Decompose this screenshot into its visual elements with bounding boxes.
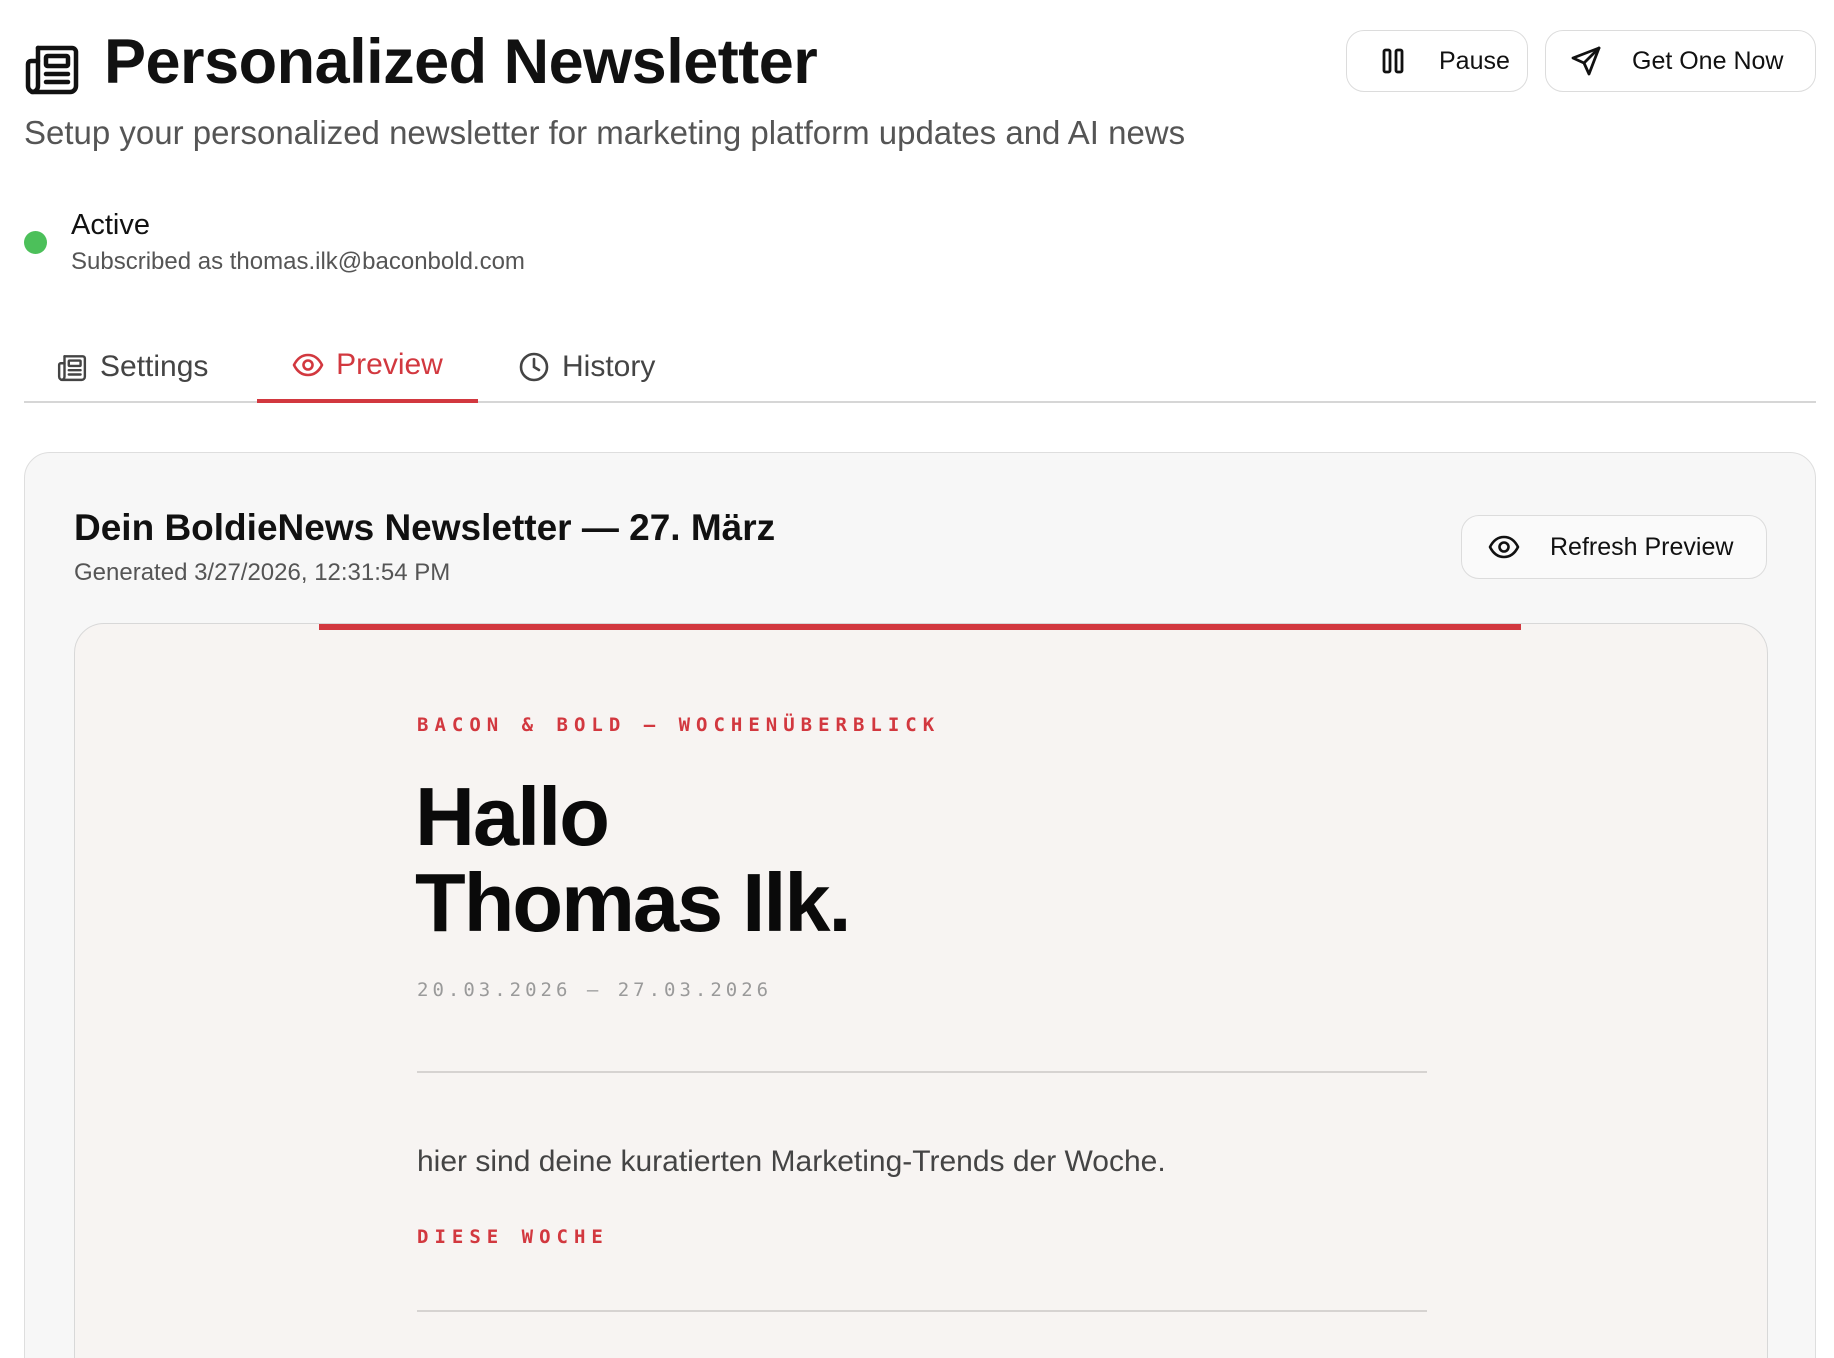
greeting-line-1: Hallo [415,770,610,863]
greeting-line-2: Thomas Ilk. [415,856,852,949]
send-icon [1570,45,1602,77]
section-label: DIESE WOCHE [417,1226,609,1248]
preview-card: Dein BoldieNews Newsletter — 27. März Ge… [24,452,1816,1358]
newsletter-settings-page: Personalized Newsletter Setup your perso… [0,0,1834,1358]
eye-icon [1488,531,1520,563]
tab-history[interactable]: History [518,330,655,403]
divider [417,1310,1427,1312]
tab-preview-label: Preview [336,347,443,381]
tab-preview[interactable]: Preview [257,330,478,403]
newsletter-intro: hier sind deine kuratierten Marketing-Tr… [417,1145,1166,1178]
pause-button-label: Pause [1439,46,1510,75]
refresh-preview-button[interactable]: Refresh Preview [1461,515,1767,579]
get-one-now-button[interactable]: Get One Now [1545,30,1816,92]
eye-icon [292,349,324,381]
get-one-now-label: Get One Now [1632,46,1784,75]
newsletter-date-range: 20.03.2026 — 27.03.2026 [417,979,773,1001]
pause-button[interactable]: Pause [1346,30,1528,92]
tab-history-label: History [562,349,656,383]
tab-bar: Settings Preview History [24,330,1816,403]
divider [417,1071,1427,1073]
status-label: Active [71,209,150,241]
page-subtitle: Setup your personalized newsletter for m… [24,114,1186,151]
generated-timestamp: Generated 3/27/2026, 12:31:54 PM [74,559,451,586]
newspaper-icon [56,351,88,383]
accent-bar [319,624,1521,630]
newsletter-title: Dein BoldieNews Newsletter — 27. März [74,507,776,548]
newsletter-greeting: Hallo Thomas Ilk. [415,770,852,949]
newsletter-preview-frame[interactable]: BACON & BOLD — WOCHENÜBERBLICK Hallo Tho… [74,623,1768,1358]
clock-icon [518,351,550,383]
status-indicator [24,231,47,254]
refresh-preview-label: Refresh Preview [1550,532,1734,561]
newsletter-kicker: BACON & BOLD — WOCHENÜBERBLICK [417,714,941,736]
page-title: Personalized Newsletter [104,27,818,97]
tab-settings[interactable]: Settings [56,330,208,403]
newspaper-icon [24,40,80,96]
tab-settings-label: Settings [100,349,209,383]
subscription-email: Subscribed as thomas.ilk@baconbold.com [71,248,525,275]
pause-icon [1377,45,1409,77]
